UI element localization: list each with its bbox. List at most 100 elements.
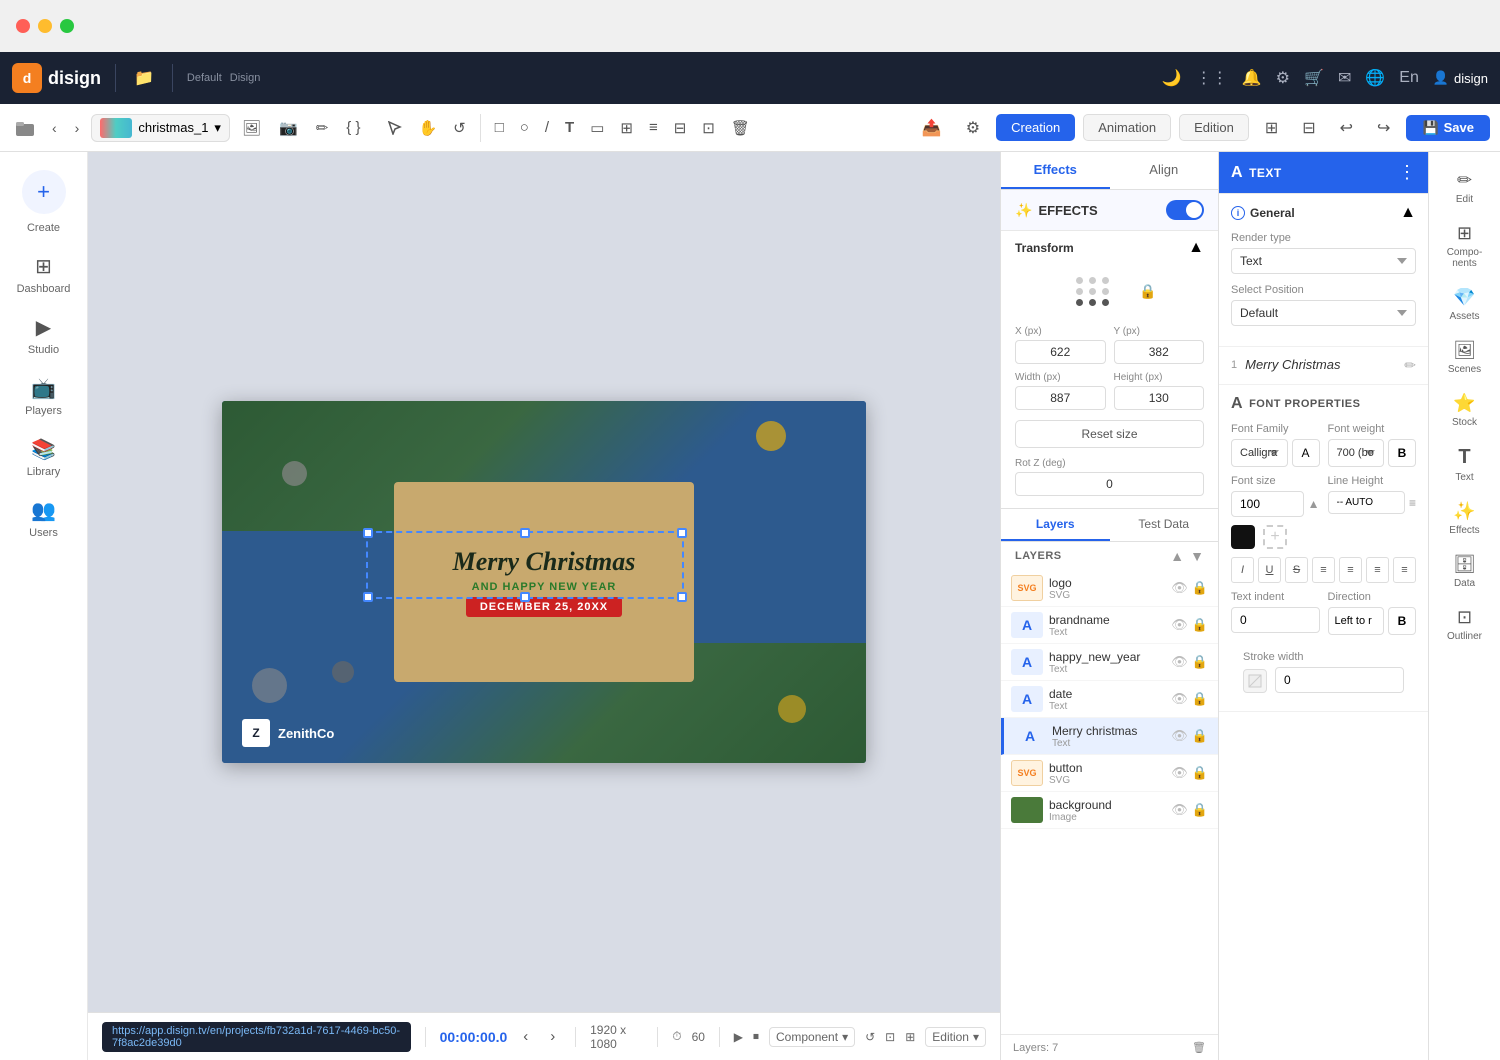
stroke-color-swatch[interactable] bbox=[1243, 669, 1267, 693]
render-type-select[interactable]: Text bbox=[1231, 248, 1416, 274]
stroke-width-input[interactable] bbox=[1275, 667, 1404, 693]
logo[interactable]: d disign bbox=[12, 63, 101, 93]
layers-tab-testdata[interactable]: Test Data bbox=[1110, 509, 1219, 541]
general-collapse-icon[interactable]: ▲ bbox=[1400, 204, 1416, 222]
bottom-icon-3[interactable]: ⊞ bbox=[905, 1030, 915, 1044]
sel-handle-bl[interactable] bbox=[363, 592, 373, 602]
stop-btn[interactable]: ⏹ bbox=[753, 1029, 759, 1044]
far-right-assets[interactable]: 💎 Assets bbox=[1433, 279, 1497, 330]
anchor-tc[interactable] bbox=[1089, 277, 1096, 284]
layer-lock-logo[interactable]: 🔒 bbox=[1192, 580, 1208, 596]
sel-handle-tr[interactable] bbox=[677, 528, 687, 538]
nav-back-btn[interactable]: ‹ bbox=[46, 116, 63, 140]
undo-btn[interactable]: ↩ bbox=[1332, 113, 1361, 143]
layers-collapse-icon[interactable]: ▼ bbox=[1190, 548, 1204, 564]
layer-eye-happynewyear[interactable]: 👁 bbox=[1171, 654, 1188, 670]
play-btn[interactable]: ▶ bbox=[734, 1030, 743, 1044]
tab-effects[interactable]: Effects bbox=[1001, 152, 1110, 189]
far-right-text[interactable]: T Text bbox=[1433, 438, 1497, 491]
align-left-btn[interactable]: ≡ bbox=[1312, 557, 1335, 583]
crop-tool[interactable]: ⊟ bbox=[668, 115, 693, 141]
sel-handle-bc[interactable] bbox=[520, 592, 530, 602]
layer-lock-background[interactable]: 🔒 bbox=[1192, 802, 1208, 818]
mac-close-btn[interactable] bbox=[16, 19, 30, 33]
layer-item-background[interactable]: background Image 👁 🔒 bbox=[1001, 792, 1218, 829]
rect-tool[interactable]: □ bbox=[489, 115, 510, 140]
italic-btn[interactable]: I bbox=[1231, 557, 1254, 583]
redo-btn[interactable]: ↪ bbox=[1369, 113, 1398, 143]
anchor-bc[interactable] bbox=[1089, 299, 1096, 306]
edition-selector[interactable]: Edition ▾ bbox=[925, 1027, 986, 1047]
props-menu-btn[interactable]: ⋮ bbox=[1398, 162, 1416, 183]
direction-select[interactable]: Left to r bbox=[1328, 607, 1385, 635]
screenshot-tool-btn[interactable]: 📷 bbox=[273, 115, 304, 141]
mail-icon[interactable]: ✉ bbox=[1338, 68, 1351, 88]
color-swatch[interactable] bbox=[1231, 525, 1255, 549]
layer-eye-date[interactable]: 👁 bbox=[1171, 691, 1188, 707]
sidebar-item-create[interactable]: + Create bbox=[8, 162, 80, 242]
text-indent-input[interactable] bbox=[1231, 607, 1320, 633]
select-tool[interactable] bbox=[382, 117, 408, 139]
select-pos-select[interactable]: Default bbox=[1231, 300, 1416, 326]
sidebar-item-studio[interactable]: ▶ Studio bbox=[8, 307, 80, 364]
delete-tool[interactable]: 🗑 bbox=[725, 115, 756, 141]
layer-lock-merrychristmas[interactable]: 🔒 bbox=[1192, 728, 1208, 744]
sidebar-item-library[interactable]: 📚 Library bbox=[8, 429, 80, 486]
font-family-select[interactable]: Calligra bbox=[1231, 439, 1288, 467]
line-height-icon[interactable]: ≡ bbox=[1409, 496, 1416, 510]
grid-view-btn[interactable]: ⊟ bbox=[1294, 113, 1323, 143]
line-tool[interactable]: / bbox=[539, 115, 555, 140]
folder-nav-btn[interactable]: 📁 bbox=[130, 64, 158, 92]
text-edit-icon[interactable]: ✏ bbox=[1404, 357, 1416, 374]
anchor-tl[interactable] bbox=[1076, 277, 1083, 284]
bottom-icon-1[interactable]: ↺ bbox=[865, 1030, 875, 1044]
image-tool-btn[interactable]: 🖼 bbox=[236, 115, 267, 141]
language-icon[interactable]: 🌐 bbox=[1365, 68, 1385, 88]
grid-icon[interactable]: ⋮⋮ bbox=[1196, 68, 1228, 88]
file-selector[interactable]: christmas_1 ▾ bbox=[91, 114, 230, 142]
layer-lock-button[interactable]: 🔒 bbox=[1192, 765, 1208, 781]
timeline-next[interactable]: › bbox=[544, 1024, 561, 1049]
effects-toggle[interactable] bbox=[1166, 200, 1204, 220]
far-right-stock[interactable]: ⭐ Stock bbox=[1433, 385, 1497, 436]
bottom-icon-2[interactable]: ⊡ bbox=[885, 1030, 895, 1044]
anchor-tr[interactable] bbox=[1102, 277, 1109, 284]
user-menu[interactable]: 👤 disign bbox=[1433, 70, 1488, 86]
text-tool[interactable]: T bbox=[559, 115, 580, 140]
align-center-btn[interactable]: ≡ bbox=[1339, 557, 1362, 583]
rot-input[interactable] bbox=[1015, 472, 1204, 496]
far-right-components[interactable]: ⊞ Compo-nents bbox=[1433, 215, 1497, 277]
sidebar-item-dashboard[interactable]: ⊞ Dashboard bbox=[8, 246, 80, 303]
mac-max-btn[interactable] bbox=[60, 19, 74, 33]
width-input[interactable] bbox=[1015, 386, 1106, 410]
font-bold-btn[interactable]: B bbox=[1388, 439, 1416, 467]
layer-lock-brandname[interactable]: 🔒 bbox=[1192, 617, 1208, 633]
anchor-bl[interactable] bbox=[1076, 299, 1083, 306]
hand-tool[interactable]: ✋ bbox=[412, 115, 443, 141]
mode-animation-btn[interactable]: Animation bbox=[1083, 114, 1171, 141]
layer-eye-brandname[interactable]: 👁 bbox=[1171, 617, 1188, 633]
component-selector[interactable]: Component ▾ bbox=[769, 1027, 855, 1047]
layer-eye-logo[interactable]: 👁 bbox=[1171, 580, 1188, 596]
layers-tab-layers[interactable]: Layers bbox=[1001, 509, 1110, 541]
layer-item-button[interactable]: SVG button SVG 👁 🔒 bbox=[1001, 755, 1218, 792]
sidebar-item-users[interactable]: 👥 Users bbox=[8, 490, 80, 547]
pen-tool-btn[interactable]: ✏ bbox=[310, 115, 335, 141]
tab-align[interactable]: Align bbox=[1110, 152, 1219, 189]
line-height-input[interactable] bbox=[1328, 491, 1405, 514]
layer-item-merrychristmas[interactable]: A Merry christmas Text 👁 🔒 bbox=[1001, 718, 1218, 755]
layer-lock-date[interactable]: 🔒 bbox=[1192, 691, 1208, 707]
font-size-input[interactable] bbox=[1231, 491, 1304, 517]
ellipse-tool[interactable]: ○ bbox=[514, 115, 535, 140]
layers-expand-icon[interactable]: ▲ bbox=[1170, 548, 1184, 564]
share-btn[interactable]: 📤 bbox=[914, 113, 950, 143]
color-add-btn[interactable]: + bbox=[1263, 525, 1287, 549]
nav-forward-btn[interactable]: › bbox=[69, 116, 86, 140]
layers-delete-icon[interactable]: 🗑 bbox=[1192, 1041, 1206, 1054]
notification-icon[interactable]: 🔔 bbox=[1242, 68, 1262, 88]
direction-btn[interactable]: B bbox=[1388, 607, 1416, 635]
sel-handle-tc[interactable] bbox=[520, 528, 530, 538]
y-input[interactable] bbox=[1114, 340, 1205, 364]
reset-size-btn[interactable]: Reset size bbox=[1015, 420, 1204, 448]
underline-btn[interactable]: U bbox=[1258, 557, 1281, 583]
